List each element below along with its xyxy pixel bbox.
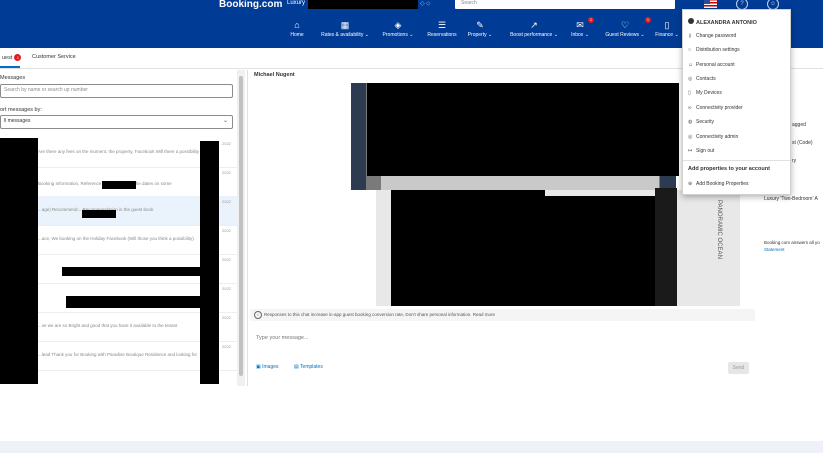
inbox-badge: 1	[588, 17, 594, 23]
page-footer	[0, 441, 823, 453]
conversation-contact-name: Michael Nugent	[254, 72, 295, 78]
device-icon: ▯	[688, 90, 691, 96]
redacted-photo-area	[367, 83, 679, 176]
dropdown-user: ALEXANDRA ANTONIO	[688, 18, 757, 26]
link-icon: ∞	[688, 105, 692, 111]
plus-icon: ⊕	[688, 181, 693, 187]
admin-icon: ◎	[688, 134, 693, 140]
nav-home[interactable]: ⌂ Home	[286, 19, 308, 45]
redacted-dates-column	[200, 141, 219, 384]
menu-item-connectivity-provider[interactable]: ∞ Connectivity provider	[688, 105, 743, 111]
nav-finance[interactable]: ▯ Finance ⌄	[655, 19, 679, 45]
sort-label: ort messages by:	[0, 107, 42, 113]
calendar-icon: ▦	[340, 20, 350, 30]
globe-icon: ○	[688, 47, 692, 53]
search-input[interactable]: Search	[455, 0, 675, 9]
tab-guest[interactable]: uest 1	[2, 54, 22, 61]
privacy-notice: i Responses to this chat increase in-app …	[250, 309, 755, 321]
tag-icon: ◈	[394, 20, 402, 30]
pencil-icon: ✎	[476, 20, 484, 30]
menu-item-contacts[interactable]: ◎ Contacts	[688, 76, 716, 82]
signout-icon: ↦	[688, 148, 693, 154]
home-icon: ⌂	[294, 20, 300, 30]
mail-icon: ✉ 1	[576, 17, 594, 30]
property-switch-icon[interactable]: ◇ ⬦	[420, 0, 430, 8]
menu-item-change-password[interactable]: ⚷ Change password	[688, 33, 736, 39]
menu-item-distribution-settings[interactable]: ○ Distribution settings	[688, 47, 740, 53]
redacted-photo-area	[545, 196, 658, 306]
active-tab-indicator	[0, 66, 20, 68]
nav-promotions[interactable]: ◈ Promotions ⌄	[380, 19, 416, 45]
message-list-scrollbar[interactable]	[237, 70, 245, 386]
key-icon: ⚷	[688, 33, 692, 39]
brand-logo[interactable]: Booking.com	[219, 0, 282, 10]
menu-item-my-devices[interactable]: ▯ My Devices	[688, 90, 722, 96]
trend-icon: ↗	[530, 20, 538, 30]
image-icon: ▣	[256, 364, 261, 370]
nav-property[interactable]: ✎ Property ⌄	[466, 19, 494, 45]
menu-item-sign-out[interactable]: ↦ Sign out	[688, 148, 714, 154]
search-placeholder: Search	[461, 0, 477, 6]
avatar	[688, 18, 694, 24]
tab-guest-badge: 1	[14, 54, 22, 61]
redacted-text	[82, 210, 116, 218]
flag-us-icon[interactable]	[704, 0, 717, 8]
doc-icon: ▯	[664, 20, 670, 30]
property-name[interactable]: Luxury	[287, 0, 305, 6]
photo-dark-frame	[655, 188, 677, 306]
nav-boost-performance[interactable]: ↗ Boost performance ⌄	[504, 19, 564, 45]
heart-icon: ♡ 1	[620, 17, 651, 30]
sort-select[interactable]: ll messages ⌄	[0, 115, 233, 129]
scrollbar-thumb[interactable]	[239, 76, 243, 376]
template-icon: ▤	[294, 364, 299, 370]
templates-button[interactable]: ▤ Templates	[294, 364, 323, 370]
tab-customer-service[interactable]: Customer Service	[32, 54, 76, 60]
menu-item-personal-account[interactable]: ☺ Personal account	[688, 62, 735, 68]
list-icon: ☰	[437, 20, 447, 30]
menu-item-security[interactable]: ◍ Security	[688, 119, 714, 125]
redacted-text	[102, 181, 136, 189]
photo-sign-text: PANORAMIC OCEAN	[716, 200, 722, 259]
menu-item-add-booking-properties[interactable]: ⊕ Add Booking Properties	[688, 181, 749, 187]
redacted-guest-names	[0, 138, 38, 384]
inbox-search-input[interactable]: Search by name or search up number	[0, 84, 233, 98]
redacted-property-name	[308, 0, 418, 9]
menu-divider	[683, 160, 790, 161]
composer-toolbar: ▣ Images ▤ Templates	[250, 360, 755, 374]
nav-reservations[interactable]: ☰ Reservations	[424, 19, 460, 45]
redacted-text	[66, 296, 200, 308]
images-button[interactable]: ▣ Images	[256, 364, 279, 370]
nav-guest-reviews[interactable]: ♡ 1 Guest Reviews ⌄	[603, 17, 651, 45]
chevron-down-icon: ⌄	[222, 118, 228, 124]
shield-icon: ◍	[688, 119, 693, 125]
info-icon: i	[254, 311, 262, 319]
send-button[interactable]: Send	[728, 362, 749, 374]
user-icon: ☺	[688, 62, 694, 68]
messages-heading: Messages	[0, 75, 26, 81]
reviews-badge: 1	[645, 17, 651, 23]
redacted-text	[62, 267, 200, 276]
account-dropdown-menu: ALEXANDRA ANTONIO ⚷ Change password ○ Dist…	[682, 9, 791, 195]
nav-rates-availability[interactable]: ▦ Rates & availability ⌄	[316, 19, 374, 45]
add-properties-heading: Add properties to your account	[688, 166, 770, 172]
nav-inbox[interactable]: ✉ 1 Inbox ⌄	[570, 17, 594, 45]
menu-item-connectivity-admin[interactable]: ◎ Connectivity admin	[688, 134, 738, 140]
contacts-icon: ◎	[688, 76, 693, 82]
redacted-photo-area	[391, 190, 545, 306]
message-composer[interactable]: Type your message...	[250, 327, 755, 357]
